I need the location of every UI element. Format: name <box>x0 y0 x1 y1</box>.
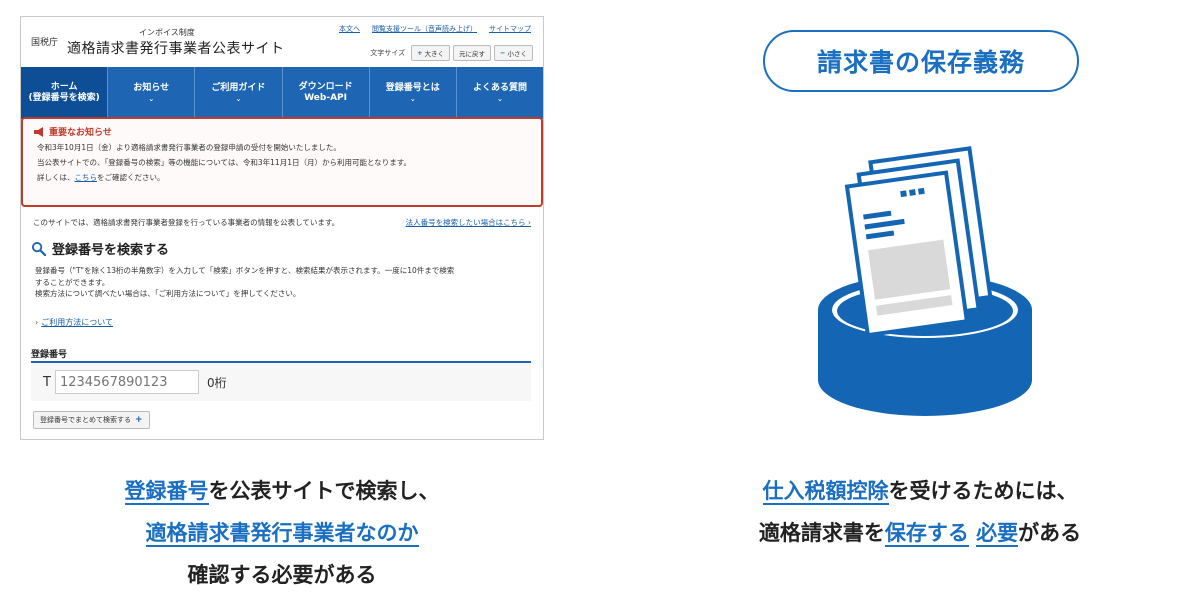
notice-heading: 重要なお知らせ <box>33 125 531 138</box>
nav-faq[interactable]: よくある質問 ⌄ <box>457 67 543 119</box>
site-logo-title[interactable]: 適格請求書発行事業者公表サイト <box>67 38 285 58</box>
notice-line-1: 令和3年10月1日（金）より適格請求書発行事業者の登録申請の受付を開始いたしまし… <box>37 143 341 152</box>
notice-details-link[interactable]: こちら <box>75 173 98 182</box>
corporate-number-link[interactable]: 法人番号を検索したい場合はこちら › <box>406 217 531 228</box>
font-smaller-button[interactable]: − 小さく <box>494 45 533 61</box>
nav-news-label: お知らせ <box>133 82 170 93</box>
right-caption-line-2-pre: 適格請求書を <box>758 521 885 545</box>
site-screenshot: 国税庁 インボイス制度 適格請求書発行事業者公表サイト 本文へ 閲覧支援ツール（… <box>20 16 544 440</box>
usage-guide-link[interactable]: › ご利用方法について <box>35 317 113 328</box>
nav-download-label: ダウンロード <box>298 81 353 92</box>
font-size-controls: 文字サイズ + 大きく 元に戻す − 小さく <box>370 45 533 61</box>
notice-line-3: 詳しくは、こちらをご確認ください。 <box>33 172 531 183</box>
minus-icon: − <box>500 49 506 57</box>
megaphone-icon <box>34 126 43 137</box>
nav-news[interactable]: お知らせ ⌄ <box>108 67 196 119</box>
right-caption: 仕入税額控除を受けるためには、 適格請求書を保存する 必要がある <box>660 470 1180 554</box>
highlight-store: 保存する <box>884 521 969 547</box>
desc-line-1: 登録番号（"T"を除く13桁の半角数字）を入力して「検索」ボタンを押すと、検索結… <box>35 266 455 275</box>
registration-number-row: T 0桁 <box>31 361 531 401</box>
chevron-down-icon: ⌄ <box>148 94 155 103</box>
usage-guide-label: ご利用方法について <box>41 318 113 327</box>
nav-guide-label: ご利用ガイド <box>211 82 266 93</box>
nav-home[interactable]: ホーム (登録番号を検索) <box>21 67 109 119</box>
highlight-registration-number: 登録番号 <box>124 479 209 505</box>
font-larger-label: 大きく <box>424 50 445 58</box>
right-caption-line-2: 適格請求書を保存する 必要がある <box>660 512 1180 554</box>
nav-about-number[interactable]: 登録番号とは ⌄ <box>370 67 457 119</box>
nav-download[interactable]: ダウンロード Web-API <box>283 67 370 119</box>
left-caption-line-3: 確認する必要がある <box>187 563 377 587</box>
important-notice: 重要なお知らせ 令和3年10月1日（金）より適格請求書発行事業者の登録申請の受付… <box>21 117 543 207</box>
left-caption: 登録番号を公表サイトで検索し、 適格請求書発行事業者なのか 確認する必要がある <box>20 470 544 596</box>
plus-icon: + <box>417 49 423 57</box>
main-nav: ホーム (登録番号を検索) お知らせ ⌄ ご利用ガイド ⌄ ダウンロード Web… <box>21 67 543 119</box>
document-storage-icon <box>818 146 1032 416</box>
digit-count: 0桁 <box>206 375 227 390</box>
util-link-accessibility[interactable]: 閲覧支援ツール（音声読み上げ） <box>372 24 477 34</box>
nav-guide[interactable]: ご利用ガイド ⌄ <box>195 67 283 119</box>
storage-obligation-title: 請求書の保存義務 <box>763 30 1079 92</box>
left-caption-line-1: 登録番号を公表サイトで検索し、 <box>20 470 544 512</box>
notice-line-3-post: をご確認ください。 <box>97 173 165 182</box>
site-header: 国税庁 インボイス制度 適格請求書発行事業者公表サイト 本文へ 閲覧支援ツール（… <box>21 17 543 67</box>
agency-name: 国税庁 <box>31 38 59 48</box>
chevron-down-icon: ⌄ <box>409 94 416 103</box>
right-caption-line-1-rest: を受けるためには、 <box>888 479 1078 503</box>
right-caption-line-1: 仕入税額控除を受けるためには、 <box>660 470 1180 512</box>
desc-line-3: 検索方法について調べたい場合は、「ご利用方法について」を押してください。 <box>35 289 301 299</box>
nav-download-sublabel: Web-API <box>304 93 347 103</box>
intro-row: このサイトでは、適格請求書発行事業者登録を行っている事業者の情報を公表しています… <box>21 217 543 231</box>
bulk-search-label: 登録番号でまとめて検索する <box>40 416 131 424</box>
search-section-title-text: 登録番号を検索する <box>52 243 170 258</box>
utility-links: 本文へ 閲覧支援ツール（音声読み上げ） サイトマップ <box>339 24 531 34</box>
left-caption-line-1-rest: を公表サイトで検索し、 <box>208 479 440 503</box>
notice-title: 重要なお知らせ <box>49 128 112 138</box>
notice-line-3-pre: 詳しくは、 <box>37 173 75 182</box>
font-larger-button[interactable]: + 大きく <box>411 45 451 61</box>
search-section-title: 登録番号を検索する <box>31 239 169 258</box>
desc-line-2: することができます。 <box>35 277 110 287</box>
nav-home-label: ホーム <box>50 81 78 92</box>
intro-text: このサイトでは、適格請求書発行事業者登録を行っている事業者の情報を公表しています… <box>33 218 340 227</box>
nav-faq-label: よくある質問 <box>472 82 527 93</box>
plus-icon: + <box>135 415 143 425</box>
font-size-label: 文字サイズ <box>370 49 406 57</box>
chevron-down-icon: ⌄ <box>235 94 242 103</box>
highlight-necessary: 必要 <box>976 521 1019 547</box>
bulk-search-button[interactable]: 登録番号でまとめて検索する + <box>33 411 150 429</box>
font-reset-label: 元に戻す <box>459 50 486 58</box>
font-smaller-label: 小さく <box>507 50 528 58</box>
t-prefix: T <box>43 374 51 390</box>
util-link-sitemap[interactable]: サイトマップ <box>489 24 531 34</box>
util-link-main[interactable]: 本文へ <box>339 24 360 34</box>
search-description: 登録番号（"T"を除く13桁の半角数字）を入力して「検索」ボタンを押すと、検索結… <box>35 265 535 300</box>
chevron-down-icon: ⌄ <box>497 94 503 103</box>
registration-number-label: 登録番号 <box>31 350 68 360</box>
nav-home-sublabel: (登録番号を検索) <box>28 93 100 103</box>
nav-about-label: 登録番号とは <box>385 82 440 93</box>
font-reset-button[interactable]: 元に戻す <box>453 45 492 61</box>
logo-subtitle: インボイス制度 <box>139 28 195 37</box>
registration-number-input[interactable] <box>54 370 199 394</box>
search-icon <box>31 241 46 256</box>
highlight-input-tax-credit: 仕入税額控除 <box>762 479 889 505</box>
left-caption-line-2: 適格請求書発行事業者なのか <box>20 512 544 554</box>
chevron-right-icon: › <box>35 318 39 327</box>
highlight-qualified-issuer: 適格請求書発行事業者なのか <box>145 521 419 547</box>
right-caption-line-2-post: がある <box>1018 521 1082 545</box>
notice-line-2: 当公表サイトでの、「登録番号の検索」等の機能については、令和3年11月1日（月）… <box>37 158 411 167</box>
